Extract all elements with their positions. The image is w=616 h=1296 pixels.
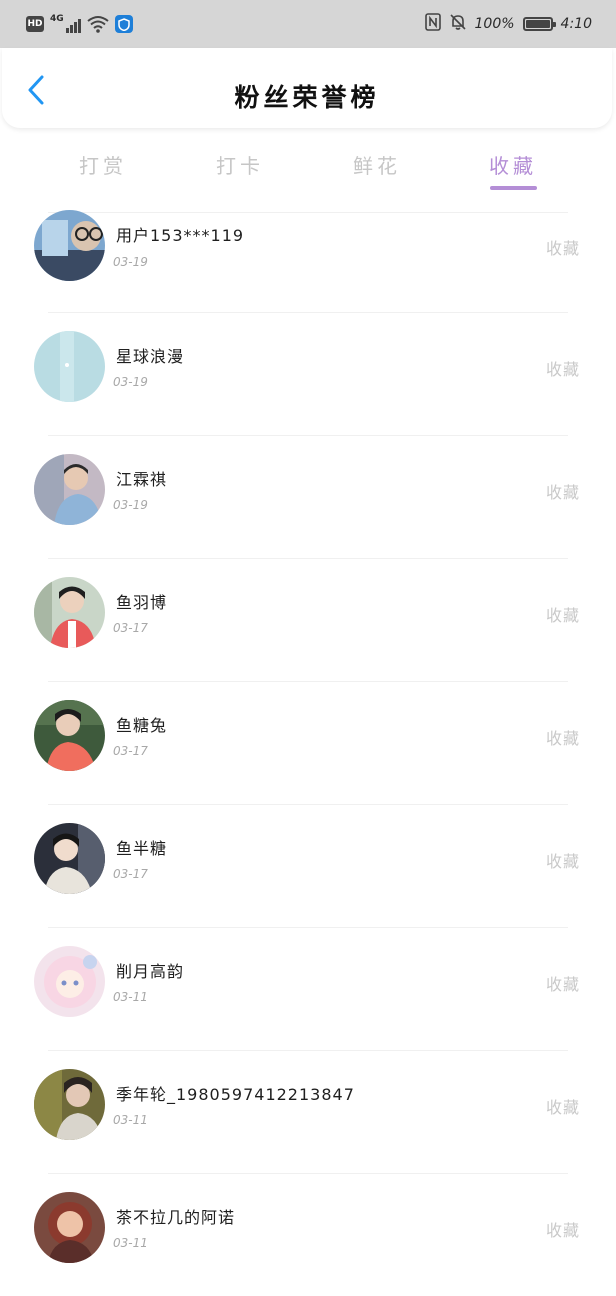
- avatar[interactable]: [34, 577, 105, 648]
- list-item[interactable]: 茶不拉几的阿诺 03-11 收藏: [0, 1173, 616, 1296]
- list-item[interactable]: 季年轮_1980597412213847 03-11 收藏: [0, 1050, 616, 1173]
- list-item-name: 鱼糖兔: [116, 716, 168, 735]
- list-item-name: 鱼半糖: [116, 839, 168, 858]
- list-item-name: 削月高韵: [116, 962, 185, 981]
- list-item-date: 03-11: [113, 990, 148, 1004]
- list-item-action[interactable]: 收藏: [546, 1094, 580, 1118]
- list-item-action[interactable]: 收藏: [546, 235, 580, 259]
- list-item[interactable]: 鱼羽博 03-17 收藏: [0, 558, 616, 681]
- divider: [48, 558, 568, 559]
- list-item-action[interactable]: 收藏: [546, 848, 580, 872]
- list-item-action[interactable]: 收藏: [546, 971, 580, 995]
- list-item-name: 江霖祺: [116, 470, 168, 489]
- battery-icon: [522, 17, 556, 31]
- avatar[interactable]: [34, 1069, 105, 1140]
- list-item-date: 03-17: [113, 867, 148, 881]
- list-item-date: 03-11: [113, 1113, 148, 1127]
- list-item-name: 鱼羽博: [116, 593, 168, 612]
- active-tab-indicator: [490, 186, 537, 190]
- divider: [48, 435, 568, 436]
- mute-bell-icon: [449, 13, 467, 35]
- avatar[interactable]: [34, 331, 105, 402]
- status-right: 100% 4:10: [424, 13, 592, 35]
- list-item-name: 季年轮_1980597412213847: [116, 1085, 355, 1104]
- tab-checkin[interactable]: 打卡: [190, 150, 290, 179]
- list-item[interactable]: 星球浪漫 03-19 收藏: [0, 312, 616, 435]
- tab-flowers[interactable]: 鲜花: [327, 150, 427, 179]
- avatar[interactable]: [34, 1192, 105, 1263]
- list-item-action[interactable]: 收藏: [546, 479, 580, 503]
- shield-icon: [114, 15, 133, 33]
- list-item[interactable]: 鱼糖兔 03-17 收藏: [0, 681, 616, 804]
- divider: [48, 681, 568, 682]
- divider: [48, 927, 568, 928]
- avatar[interactable]: [34, 700, 105, 771]
- divider: [48, 312, 568, 313]
- hd-icon: HD: [26, 16, 44, 32]
- list-item-date: 03-19: [113, 375, 148, 389]
- list-item-date: 03-17: [113, 744, 148, 758]
- network-type: 4G: [50, 14, 64, 24]
- list-item-name: 用户153***119: [116, 226, 245, 245]
- divider: [48, 804, 568, 805]
- avatar[interactable]: [34, 454, 105, 525]
- list-item[interactable]: 鱼半糖 03-17 收藏: [0, 804, 616, 927]
- list-item[interactable]: 削月高韵 03-11 收藏: [0, 927, 616, 1050]
- avatar[interactable]: [34, 946, 105, 1017]
- list-item-action[interactable]: 收藏: [546, 356, 580, 380]
- app-header: 粉丝荣誉榜: [2, 48, 612, 128]
- divider: [48, 212, 568, 213]
- battery-percent: 100%: [474, 16, 515, 32]
- nfc-icon: [424, 13, 441, 35]
- divider: [48, 1050, 568, 1051]
- list-item-action[interactable]: 收藏: [546, 602, 580, 626]
- avatar[interactable]: [34, 210, 105, 281]
- page-title: 粉丝荣誉榜: [234, 83, 380, 112]
- signal-icon: 4G: [50, 15, 81, 33]
- battery-fill: [525, 20, 550, 28]
- tab-reward[interactable]: 打赏: [53, 150, 153, 179]
- divider: [48, 1173, 568, 1174]
- list-item-date: 03-19: [113, 498, 148, 512]
- avatar[interactable]: [34, 823, 105, 894]
- status-bar: HD 4G 100% 4:10: [0, 0, 616, 48]
- list-item-action[interactable]: 收藏: [546, 1217, 580, 1241]
- wifi-icon: [87, 15, 109, 33]
- list-item-name: 茶不拉几的阿诺: [116, 1208, 236, 1227]
- list-item-action[interactable]: 收藏: [546, 725, 580, 749]
- tab-favorites[interactable]: 收藏: [463, 150, 563, 179]
- tab-bar: 打赏 打卡 鲜花 收藏: [0, 140, 616, 196]
- list-item-date: 03-11: [113, 1236, 148, 1250]
- list-item-date: 03-17: [113, 621, 148, 635]
- status-left: HD 4G: [26, 14, 133, 34]
- clock: 4:10: [560, 16, 592, 32]
- list-item-date: 03-19: [113, 255, 148, 269]
- list-item-name: 星球浪漫: [116, 347, 185, 366]
- list-item[interactable]: 江霖祺 03-19 收藏: [0, 435, 616, 558]
